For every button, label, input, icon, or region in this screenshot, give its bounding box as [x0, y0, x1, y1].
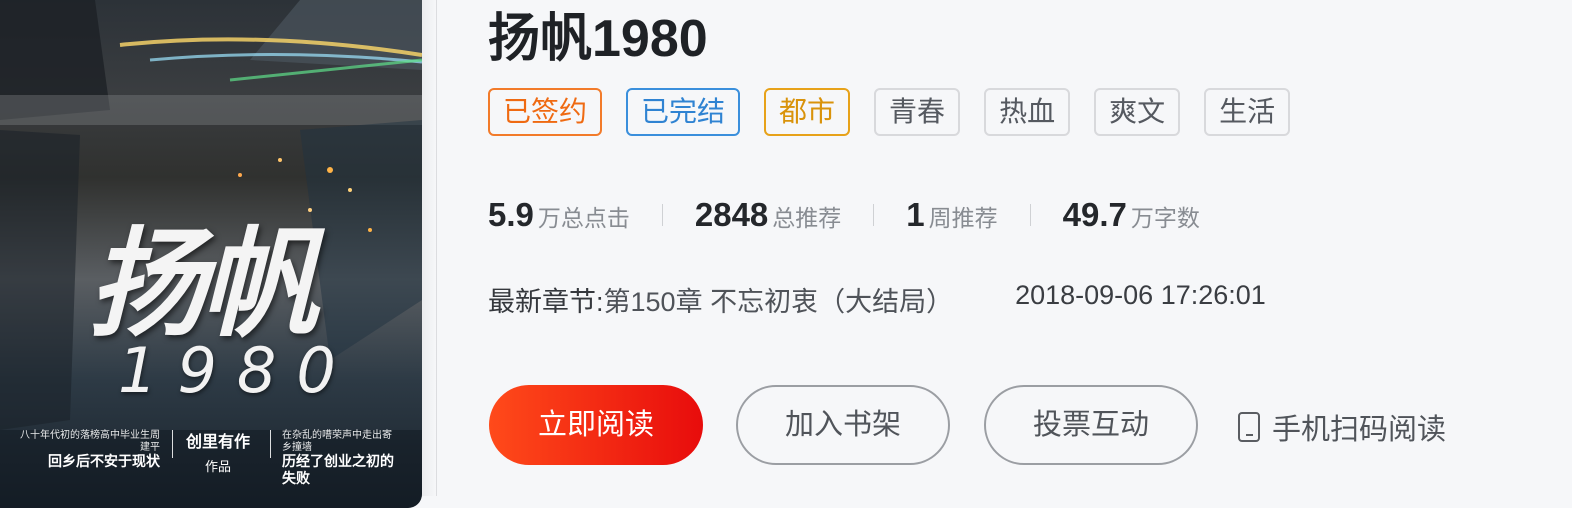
stat-divider: [1029, 204, 1031, 226]
stat-divider: [873, 204, 875, 226]
latest-chapter: 最新章节: 第150章 不忘初衷（大结局） 2018-09-06 17:26:0…: [488, 280, 1266, 319]
word-count-label: 万字数: [1130, 205, 1200, 231]
tag-youth[interactable]: 青春: [874, 88, 961, 136]
read-now-button[interactable]: 立即阅读: [489, 385, 703, 465]
tag-passion[interactable]: 热血: [984, 88, 1071, 136]
cover-divider: [172, 430, 173, 458]
cover-tagline-right-small: 在杂乱的嘈荣声中走出寄乡撞墙: [282, 430, 392, 453]
cover-tagline-left-big: 回乡后不安于现状: [48, 454, 160, 470]
book-title: 扬帆1980: [488, 10, 708, 68]
weekly-recommend-value: 1: [906, 196, 925, 233]
total-clicks-label: 万总点击: [537, 205, 630, 231]
latest-chapter-time: 2018-09-06 17:26:01: [1015, 280, 1266, 310]
cover-divider: [270, 430, 271, 458]
mobile-read-link[interactable]: 手机扫码阅读: [1238, 406, 1446, 448]
cover-author-name: 创里有作: [185, 432, 250, 451]
cover-tagline-right: 在杂乱的嘈荣声中走出寄乡撞墙 历经了创业之初的失败: [282, 430, 400, 488]
vote-button[interactable]: 投票互动: [984, 385, 1198, 465]
cover-tagline-right-big: 历经了创业之初的失败: [282, 454, 394, 487]
phone-icon: [1238, 412, 1260, 442]
total-recommend-value: 2848: [694, 196, 769, 233]
cover-tagline-left-small: 八十年代初的落榜高中毕业生周建平: [20, 430, 160, 453]
cover-author-sub: 作品: [204, 460, 231, 475]
word-count-value: 49.7: [1062, 196, 1127, 233]
tag-satisfying[interactable]: 爽文: [1094, 88, 1181, 136]
cover-tagline-left: 八十年代初的落榜高中毕业生周建平 回乡后不安于现状: [20, 430, 160, 471]
cover-author: 创里有作 作品: [178, 428, 258, 475]
add-to-shelf-button[interactable]: 加入书架: [736, 385, 950, 465]
weekly-recommend-label: 周推荐: [928, 205, 998, 231]
cover-year: 1980: [118, 334, 356, 407]
tag-list: 已签约 已完结 都市 青春 热血 爽文 生活: [488, 88, 1291, 136]
tag-signed: 已签约: [488, 88, 603, 136]
tag-life[interactable]: 生活: [1204, 88, 1291, 136]
stat-divider: [661, 204, 663, 226]
mobile-read-label: 手机扫码阅读: [1272, 414, 1447, 446]
latest-chapter-link[interactable]: 第150章 不忘初衷（大结局）: [604, 280, 954, 319]
book-cover[interactable]: 扬帆 1980 八十年代初的落榜高中毕业生周建平 回乡后不安于现状 创里有作 作…: [0, 0, 422, 508]
latest-chapter-label: 最新章节:: [488, 287, 604, 317]
book-stats: 5.9 万总点击 2848 总推荐 1 周推荐 49.7 万字数: [488, 196, 1200, 234]
total-recommend-label: 总推荐: [772, 205, 842, 231]
total-clicks-value: 5.9: [488, 196, 534, 233]
tag-genre-urban[interactable]: 都市: [764, 88, 851, 136]
tag-completed: 已完结: [626, 88, 741, 136]
